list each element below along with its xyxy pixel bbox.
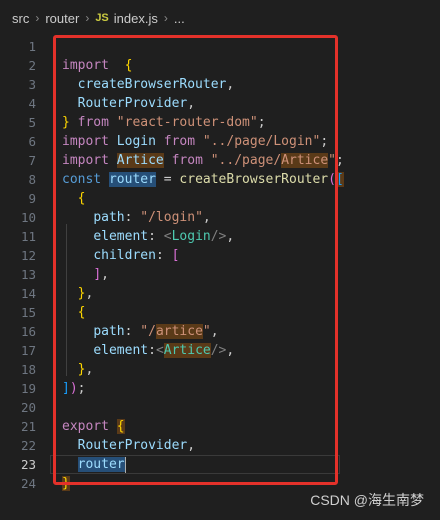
line-number: 16 <box>20 324 36 339</box>
chevron-right-icon: › <box>35 11 40 25</box>
line-number: 14 <box>20 286 36 301</box>
line-number: 22 <box>20 438 36 453</box>
breadcrumb-folder-router[interactable]: router <box>45 11 79 26</box>
line-number: 23 <box>20 457 36 472</box>
line-number: 21 <box>20 419 36 434</box>
javascript-file-icon: JS <box>95 12 109 24</box>
line-number: 2 <box>28 58 36 73</box>
line-number: 3 <box>28 77 36 92</box>
line-number: 11 <box>20 229 36 244</box>
line-number: 20 <box>20 400 36 415</box>
line-number: 19 <box>20 381 36 396</box>
line-number: 24 <box>20 476 36 491</box>
line-number: 17 <box>20 343 36 358</box>
line-number: 1 <box>28 39 36 54</box>
line-number: 7 <box>28 153 36 168</box>
line-number: 6 <box>28 134 36 149</box>
breadcrumb-symbol-ellipsis[interactable]: ... <box>174 11 185 26</box>
annotation-frame <box>53 35 338 485</box>
line-number: 18 <box>20 362 36 377</box>
chevron-right-icon: › <box>163 11 168 25</box>
line-number: 13 <box>20 267 36 282</box>
line-number: 9 <box>28 191 36 206</box>
line-number: 10 <box>20 210 36 225</box>
line-number: 5 <box>28 115 36 130</box>
line-number: 8 <box>28 172 36 187</box>
line-number: 4 <box>28 96 36 111</box>
watermark: CSDN @海生南梦 <box>310 492 424 508</box>
line-number: 15 <box>20 305 36 320</box>
breadcrumb-file[interactable]: index.js <box>114 11 158 26</box>
line-number: 12 <box>20 248 36 263</box>
breadcrumb-folder-src[interactable]: src <box>12 11 29 26</box>
chevron-right-icon: › <box>85 11 90 25</box>
